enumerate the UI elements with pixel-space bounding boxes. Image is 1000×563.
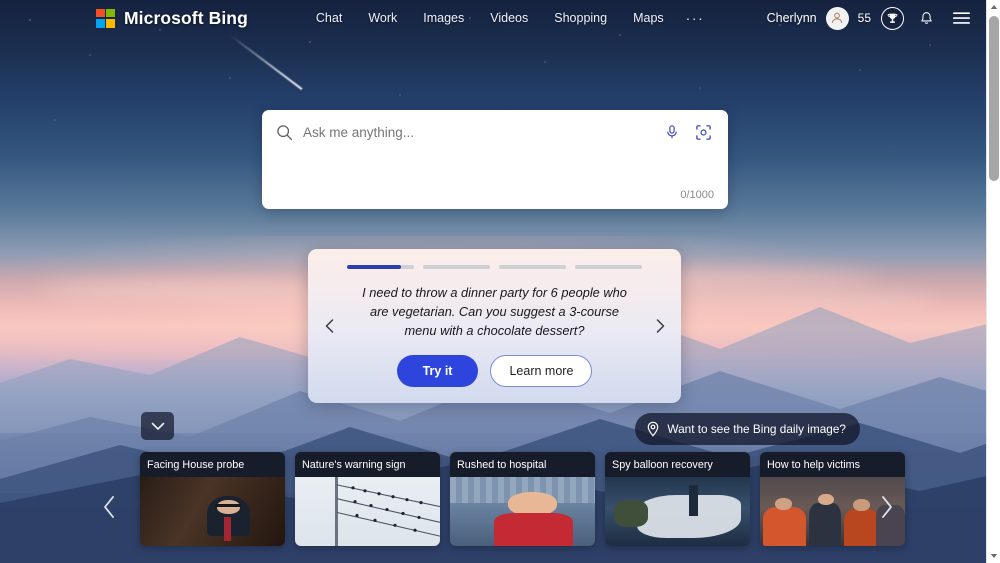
visual-search-icon (695, 124, 711, 140)
progress-bar-1[interactable] (347, 265, 414, 269)
news-card-title: Facing House probe (140, 452, 285, 477)
suggestion-prev-button[interactable] (318, 315, 340, 337)
nav-item-images[interactable]: Images (410, 6, 477, 30)
news-card-track: Facing House probe Nature's warning sign (140, 452, 905, 546)
scroll-down-icon (990, 554, 997, 558)
nav-item-chat[interactable]: Chat (303, 6, 355, 30)
logo-square-red (96, 8, 105, 18)
scrollbar-track[interactable] (987, 14, 1000, 549)
brand-name-label: Microsoft Bing (124, 7, 248, 28)
chevron-down-icon (151, 422, 164, 430)
visual-search-button[interactable] (692, 121, 714, 143)
news-card-title: How to help victims (760, 452, 905, 477)
search-action-icons (661, 121, 714, 143)
nav-item-more[interactable]: ··· (677, 5, 714, 31)
try-it-button[interactable]: Try it (396, 354, 479, 387)
news-card-image (295, 477, 440, 546)
progress-bar-2[interactable] (423, 265, 490, 269)
page-scrollbar[interactable] (986, 0, 1000, 563)
carousel-prev-button[interactable] (92, 487, 126, 527)
rewards-points-count: 55 (857, 11, 871, 25)
news-card[interactable]: Facing House probe (140, 452, 285, 546)
progress-bar-4[interactable] (575, 265, 642, 269)
location-pin-icon (648, 421, 659, 437)
avatar[interactable] (825, 6, 849, 30)
microphone-icon (667, 125, 677, 139)
news-card[interactable]: Spy balloon recovery (605, 452, 750, 546)
person-icon (832, 12, 843, 23)
bing-logo-brand[interactable]: Microsoft Bing (96, 8, 248, 29)
progress-bar-3[interactable] (499, 265, 566, 269)
top-navigation-bar: Microsoft Bing Chat Work Images Videos S… (0, 0, 986, 36)
news-card-image (450, 477, 595, 546)
scroll-up-button[interactable] (987, 0, 1000, 14)
news-carousel: Facing House probe Nature's warning sign (0, 450, 986, 563)
news-card-image (140, 477, 285, 546)
news-card[interactable]: Rushed to hospital (450, 452, 595, 546)
microsoft-logo-icon (96, 8, 115, 28)
search-row (262, 110, 728, 143)
rewards-trophy-button[interactable] (881, 6, 904, 30)
scrollbar-thumb[interactable] (989, 16, 999, 181)
learn-more-button[interactable]: Learn more (490, 354, 593, 387)
search-input[interactable] (303, 122, 651, 142)
scroll-down-button[interactable] (987, 549, 1000, 563)
search-box[interactable]: 0/1000 (262, 110, 728, 209)
nav-item-videos[interactable]: Videos (477, 6, 541, 30)
scroll-up-icon (990, 5, 997, 9)
header-right-cluster: Cherlynn 55 (767, 5, 974, 31)
suggestion-prompt-text: I need to throw a dinner party for 6 peo… (362, 284, 627, 339)
news-card-image (605, 477, 750, 546)
suggestion-next-button[interactable] (649, 315, 671, 337)
nav-item-work[interactable]: Work (355, 6, 410, 30)
hamburger-menu-button[interactable] (948, 5, 974, 31)
chevron-right-icon (656, 319, 664, 333)
news-card-title: Rushed to hospital (450, 452, 595, 477)
nav-item-shopping[interactable]: Shopping (541, 6, 620, 30)
chevron-left-icon (325, 319, 333, 333)
news-card-title: Nature's warning sign (295, 452, 440, 477)
trophy-icon (887, 13, 898, 23)
username-label: Cherlynn (766, 11, 817, 25)
carousel-progress-indicator (342, 265, 647, 269)
bell-icon (920, 11, 932, 24)
daily-image-label: Want to see the Bing daily image? (667, 422, 846, 436)
character-counter: 0/1000 (680, 189, 714, 201)
nav-item-maps[interactable]: Maps (620, 6, 677, 30)
logo-square-blue (96, 18, 105, 28)
carousel-next-button[interactable] (870, 487, 904, 527)
main-nav: Chat Work Images Videos Shopping Maps ··… (303, 5, 714, 31)
suggestion-card-buttons: Try it Learn more (396, 354, 593, 387)
logo-square-yellow (106, 18, 115, 28)
news-card[interactable]: Nature's warning sign (295, 452, 440, 546)
chevron-right-icon (882, 495, 892, 518)
microphone-button[interactable] (661, 121, 683, 143)
bing-daily-image-button[interactable]: Want to see the Bing daily image? (635, 413, 860, 445)
suggestion-card: I need to throw a dinner party for 6 peo… (308, 249, 681, 403)
logo-square-green (106, 8, 115, 18)
hamburger-menu-icon (952, 12, 970, 24)
notifications-button[interactable] (913, 5, 939, 31)
search-icon (276, 124, 293, 141)
news-card-title: Spy balloon recovery (605, 452, 750, 477)
feed-collapse-button[interactable] (141, 412, 174, 440)
chevron-left-icon (104, 495, 114, 518)
